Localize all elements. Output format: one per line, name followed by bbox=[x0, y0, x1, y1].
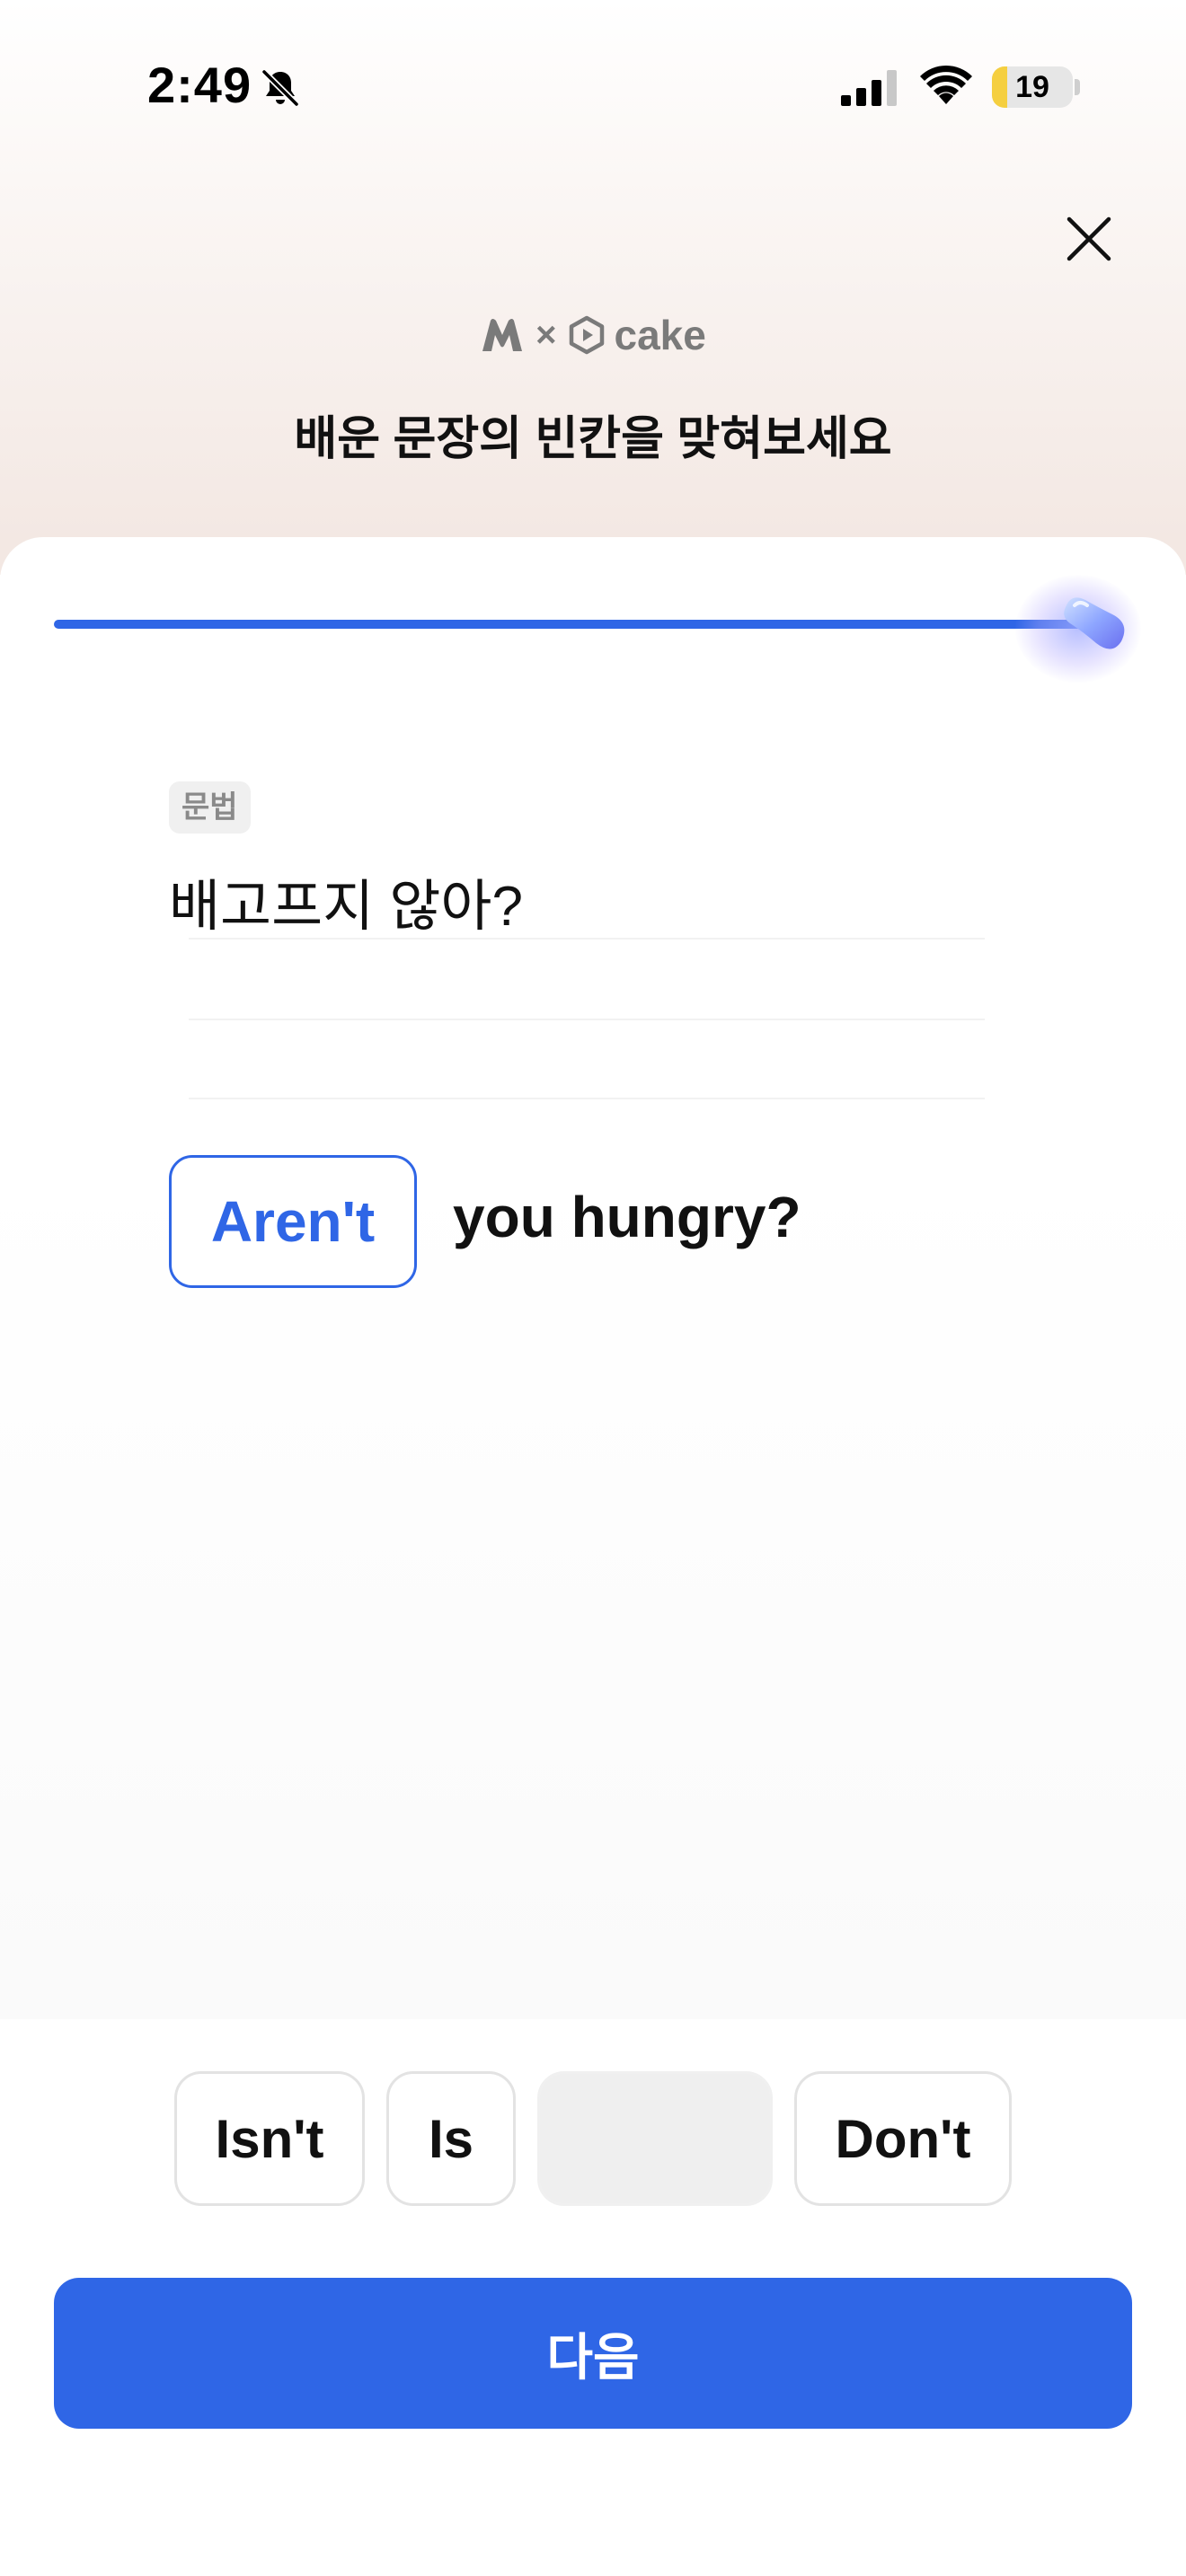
divider bbox=[189, 1019, 985, 1020]
korean-sentence: 배고프지 않아? bbox=[169, 876, 523, 938]
page-title: 배운 문장의 빈칸을 맞혀보세요 bbox=[294, 413, 892, 465]
cellular-signal-icon bbox=[841, 70, 897, 106]
next-button[interactable]: 다음 bbox=[54, 2278, 1132, 2429]
close-icon[interactable] bbox=[1060, 210, 1118, 268]
answer-options: Isn't Is Don't bbox=[0, 2071, 1186, 2208]
battery-icon: 19 bbox=[992, 66, 1073, 108]
english-sentence-rest: you hungry? bbox=[453, 1185, 801, 1249]
option-used-placeholder bbox=[537, 2071, 773, 2206]
option-is[interactable]: Is bbox=[386, 2071, 516, 2206]
bell-slash-icon bbox=[261, 69, 299, 107]
divider bbox=[189, 938, 985, 940]
option-dont[interactable]: Don't bbox=[794, 2071, 1012, 2206]
status-time: 2:49 bbox=[147, 57, 252, 113]
brand-lockup: × cake bbox=[0, 312, 1186, 358]
progress-bean-icon bbox=[1064, 597, 1125, 649]
progress-bar bbox=[54, 620, 1096, 629]
answer-blank-filled[interactable]: Aren't bbox=[169, 1155, 417, 1288]
status-bar: 2:49 19 bbox=[0, 0, 1186, 171]
battery-level: 19 bbox=[1015, 69, 1049, 104]
quiz-screen: 2:49 19 × cake 배운 문장의 빈칸을 맞혀보세요 문법 배고프지 … bbox=[0, 0, 1186, 2576]
option-isnt[interactable]: Isn't bbox=[174, 2071, 365, 2206]
wifi-icon bbox=[920, 65, 972, 104]
brand-separator: × bbox=[535, 314, 557, 355]
cake-logo-icon bbox=[569, 315, 604, 355]
brand-partner-name: cake bbox=[614, 312, 706, 358]
progress-fill bbox=[54, 620, 1096, 629]
category-tag: 문법 bbox=[169, 781, 251, 834]
brand-m-logo-icon bbox=[482, 319, 523, 351]
divider bbox=[189, 1098, 985, 1099]
battery-tip bbox=[1075, 79, 1080, 95]
